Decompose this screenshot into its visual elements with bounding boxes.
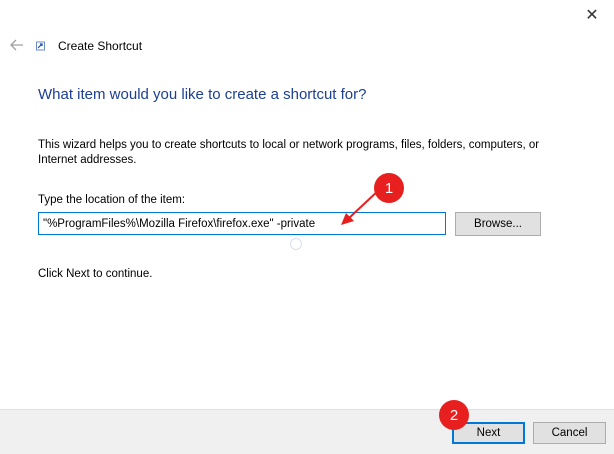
wizard-description: This wizard helps you to create shortcut… [38, 139, 540, 166]
page-heading: What item would you like to create a sho… [38, 86, 367, 103]
shortcut-icon [36, 41, 45, 51]
close-icon: ✕ [585, 7, 599, 24]
back-button[interactable] [8, 36, 26, 54]
annotation-badge-1: 1 [374, 173, 404, 203]
continue-instruction: Click Next to continue. [38, 268, 153, 280]
busy-cursor-icon [290, 238, 302, 250]
create-shortcut-dialog: ✕ Create Shortcut What item would you li… [0, 0, 614, 454]
annotation-badge-2: 2 [439, 400, 469, 430]
browse-button[interactable]: Browse... [455, 212, 541, 236]
cancel-button[interactable]: Cancel [533, 422, 606, 444]
title-bar: Create Shortcut [36, 39, 142, 53]
close-button[interactable]: ✕ [578, 4, 606, 26]
window-title: Create Shortcut [58, 39, 143, 53]
location-label: Type the location of the item: [38, 194, 186, 206]
back-arrow-icon [10, 39, 23, 51]
